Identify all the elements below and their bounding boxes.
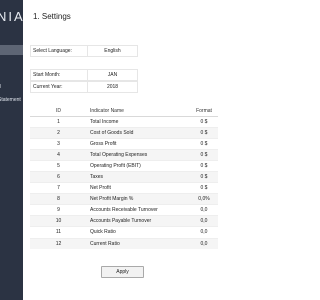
row-id: 12	[30, 237, 87, 250]
sidebar-item-statement[interactable]: Statement	[0, 95, 23, 105]
row-indicator-name: Quick Ratio	[87, 226, 190, 239]
table-row: 4 Total Operating Expenses 0 $	[30, 148, 218, 161]
row-format[interactable]: 0,0%	[190, 193, 218, 205]
row-id: 7	[30, 182, 87, 194]
row-format[interactable]: 0 $	[190, 148, 218, 161]
table-row: 3 Gross Profit 0 $	[30, 137, 218, 150]
sidebar-item-dashboard[interactable]: d	[0, 82, 23, 92]
row-format[interactable]: 0 $	[190, 159, 218, 172]
row-format[interactable]: 0,0	[190, 226, 218, 239]
row-id: 5	[30, 159, 87, 172]
column-header-format: Format	[190, 107, 218, 117]
row-indicator-name: Operating Profit (EBIT)	[87, 159, 190, 172]
table-row: 11 Quick Ratio 0,0	[30, 226, 218, 239]
row-indicator-name: Total Income	[87, 115, 190, 128]
table-row: 7 Net Profit 0 $	[30, 182, 218, 194]
table-row: 2 Cost of Goods Sold 0 $	[30, 126, 218, 139]
current-year-input[interactable]: 2018	[88, 82, 137, 92]
row-format[interactable]: 0 $	[190, 170, 218, 183]
row-indicator-name: Total Operating Expenses	[87, 148, 190, 161]
row-indicator-name: Current Ratio	[87, 237, 190, 250]
row-format[interactable]: 0,0	[190, 237, 218, 250]
row-id: 10	[30, 215, 87, 227]
row-format[interactable]: 0 $	[190, 115, 218, 128]
column-header-id: ID	[30, 107, 87, 117]
row-id: 11	[30, 226, 87, 239]
sidebar-item-label: d	[0, 82, 1, 92]
row-id: 2	[30, 126, 87, 139]
table-row: 1 Total Income 0 $	[30, 115, 218, 128]
sidebar-item-settings[interactable]	[0, 45, 23, 55]
row-id: 9	[30, 204, 87, 216]
row-indicator-name: Taxes	[87, 170, 190, 183]
app-logo: NIA	[0, 9, 23, 24]
table-row: 5 Operating Profit (EBIT) 0 $	[30, 159, 218, 172]
start-month-label: Start Month:	[31, 70, 88, 80]
page-title: 1. Settings	[33, 12, 71, 21]
row-format[interactable]: 0 $	[190, 137, 218, 150]
table-row: 9 Accounts Receivable Turnover 0,0	[30, 204, 218, 216]
row-indicator-name: Gross Profit	[87, 137, 190, 150]
row-id: 4	[30, 148, 87, 161]
row-id: 8	[30, 193, 87, 205]
language-label: Select Language:	[31, 46, 88, 56]
row-indicator-name: Cost of Goods Sold	[87, 126, 190, 139]
row-indicator-name: Accounts Receivable Turnover	[87, 204, 190, 216]
table-row: 8 Net Profit Margin % 0,0%	[30, 193, 218, 205]
sidebar-item-2[interactable]	[0, 63, 23, 73]
indicators-table: ID Indicator Name Format 1 Total Income …	[30, 107, 218, 250]
language-row: Select Language: English	[30, 45, 138, 57]
row-id: 3	[30, 137, 87, 150]
row-format[interactable]: 0 $	[190, 126, 218, 139]
current-year-label: Current Year:	[31, 82, 88, 92]
table-row: 6 Taxes 0 $	[30, 170, 218, 183]
table-row: 12 Current Ratio 0,0	[30, 237, 218, 250]
row-format[interactable]: 0 $	[190, 182, 218, 194]
sidebar: NIA d Statement	[0, 0, 23, 300]
table-header-row: ID Indicator Name Format	[30, 107, 218, 117]
current-year-row: Current Year: 2018	[30, 81, 138, 93]
row-indicator-name: Net Profit	[87, 182, 190, 194]
column-header-indicator: Indicator Name	[87, 107, 190, 117]
apply-button[interactable]: Apply	[101, 266, 144, 278]
row-id: 1	[30, 115, 87, 128]
row-indicator-name: Accounts Payable Turnover	[87, 215, 190, 227]
start-month-select[interactable]: JAN	[88, 70, 137, 80]
language-select[interactable]: English	[88, 46, 137, 56]
table-row: 10 Accounts Payable Turnover 0,0	[30, 215, 218, 227]
row-format[interactable]: 0,0	[190, 215, 218, 227]
sidebar-item-label: Statement	[0, 97, 21, 103]
row-format[interactable]: 0,0	[190, 204, 218, 216]
row-id: 6	[30, 170, 87, 183]
row-indicator-name: Net Profit Margin %	[87, 193, 190, 205]
start-month-row: Start Month: JAN	[30, 69, 138, 81]
